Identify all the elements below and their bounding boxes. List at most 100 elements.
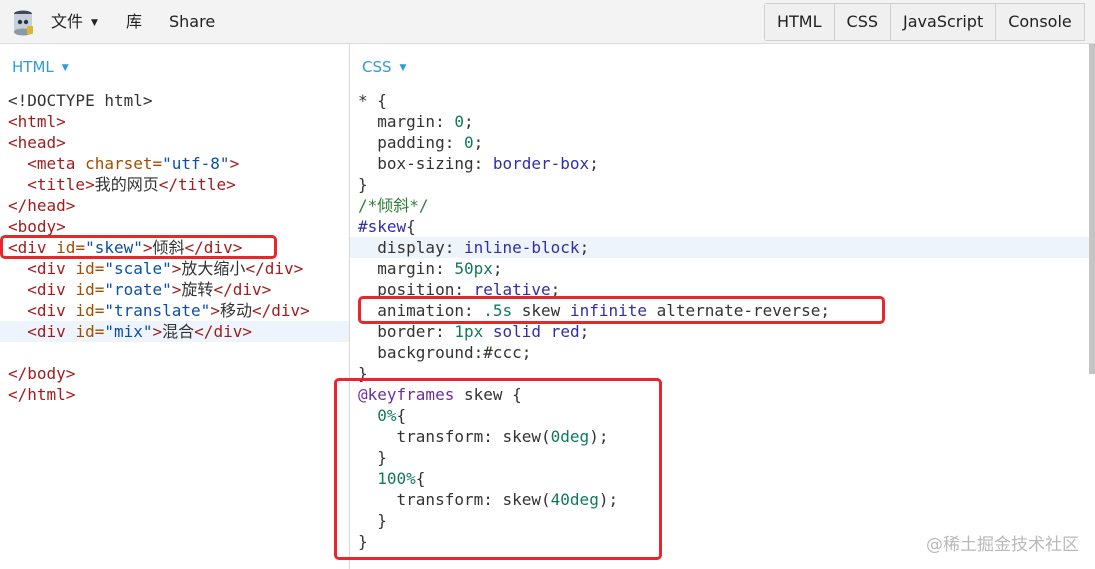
code-line[interactable]: <div id="mix">混合</div> bbox=[0, 321, 349, 342]
code-token: id= bbox=[56, 238, 86, 257]
code-token: > bbox=[229, 154, 240, 173]
code-line[interactable]: <!DOCTYPE html> bbox=[0, 90, 349, 111]
code-token: solid bbox=[492, 322, 542, 341]
code-line[interactable]: 100%{ bbox=[350, 468, 1095, 489]
code-line[interactable]: <div id="skew">倾斜</div> bbox=[0, 237, 349, 258]
code-token: border: bbox=[358, 322, 455, 341]
css-pane-selector[interactable]: CSS ▼ bbox=[362, 58, 406, 76]
code-token: ); bbox=[589, 427, 609, 446]
code-token: "skew" bbox=[85, 238, 143, 257]
code-token: display: bbox=[358, 238, 464, 257]
css-pane-label: CSS bbox=[362, 58, 392, 76]
code-line[interactable]: } bbox=[350, 363, 1095, 384]
code-line[interactable]: <div id="roate">旋转</div> bbox=[0, 279, 349, 300]
panel-tabs: HTML CSS JavaScript Console bbox=[764, 3, 1085, 41]
code-line[interactable]: </head> bbox=[0, 195, 349, 216]
code-line[interactable]: <body> bbox=[0, 216, 349, 237]
code-line[interactable]: <html> bbox=[0, 111, 349, 132]
code-token: } bbox=[358, 448, 387, 467]
code-token: margin: bbox=[358, 259, 455, 278]
code-line[interactable]: <div id="scale">放大缩小</div> bbox=[0, 258, 349, 279]
tab-console[interactable]: Console bbox=[996, 4, 1085, 40]
code-token: "mix" bbox=[104, 322, 153, 341]
code-token: } bbox=[358, 511, 387, 530]
code-token: "scale" bbox=[104, 259, 172, 278]
code-line[interactable]: display: inline-block; bbox=[350, 237, 1095, 258]
code-token: /*倾斜*/ bbox=[358, 196, 429, 215]
file-menu[interactable]: 文件 ▼ bbox=[51, 0, 98, 44]
code-token: 旋转 bbox=[181, 280, 214, 299]
code-token: "roate" bbox=[104, 280, 172, 299]
code-token: </div> bbox=[245, 259, 304, 278]
code-token: 1px bbox=[454, 322, 484, 341]
code-line[interactable]: #skew{ bbox=[350, 216, 1095, 237]
code-line[interactable]: /*倾斜*/ bbox=[350, 195, 1095, 216]
share-menu[interactable]: Share bbox=[169, 0, 215, 44]
tab-css[interactable]: CSS bbox=[834, 4, 892, 40]
chevron-down-icon: ▼ bbox=[61, 63, 69, 73]
tab-html[interactable]: HTML bbox=[765, 4, 835, 40]
code-line[interactable]: margin: 0; bbox=[350, 111, 1095, 132]
code-line[interactable]: @keyframes skew { bbox=[350, 384, 1095, 405]
css-scrollbar[interactable] bbox=[1089, 44, 1095, 374]
code-token: { bbox=[415, 469, 426, 488]
code-line[interactable]: 0%{ bbox=[350, 405, 1095, 426]
code-line[interactable]: background:#ccc; bbox=[350, 342, 1095, 363]
code-token: <title> bbox=[27, 175, 95, 194]
code-token: position: bbox=[358, 280, 474, 299]
code-line[interactable]: transform: skew(40deg); bbox=[350, 489, 1095, 510]
code-token: id= bbox=[75, 280, 105, 299]
code-line[interactable]: </body> bbox=[0, 363, 349, 384]
code-token: animation: bbox=[358, 301, 484, 320]
watermark: @稀土掘金技术社区 bbox=[926, 535, 1079, 555]
code-token: 放大缩小 bbox=[181, 259, 246, 278]
code-line[interactable]: } bbox=[350, 447, 1095, 468]
code-line[interactable]: padding: 0; bbox=[350, 132, 1095, 153]
code-token: <div bbox=[8, 238, 57, 257]
code-token: { bbox=[396, 406, 407, 425]
code-token: > bbox=[171, 259, 182, 278]
code-token: </html> bbox=[8, 385, 76, 404]
code-line[interactable]: margin: 50px; bbox=[350, 258, 1095, 279]
code-line[interactable]: <title>我的网页</title> bbox=[0, 174, 349, 195]
code-token: ; bbox=[473, 133, 484, 152]
code-token: infinite bbox=[569, 301, 647, 320]
code-token: relative bbox=[473, 280, 551, 299]
code-line[interactable]: position: relative; bbox=[350, 279, 1095, 300]
library-menu[interactable]: 库 bbox=[126, 0, 142, 44]
code-token: ; bbox=[463, 112, 474, 131]
code-line[interactable]: <meta charset="utf-8"> bbox=[0, 153, 349, 174]
code-line[interactable]: <div id="translate">移动</div> bbox=[0, 300, 349, 321]
css-code-editor[interactable]: * { margin: 0; padding: 0; box-sizing: b… bbox=[350, 90, 1095, 552]
chevron-down-icon: ▼ bbox=[399, 63, 407, 73]
html-editor-pane: HTML ▼ <!DOCTYPE html> <html> <head> <meta … bbox=[0, 44, 349, 569]
tab-javascript[interactable]: JavaScript bbox=[891, 4, 997, 40]
code-token: background:#ccc; bbox=[358, 343, 532, 362]
code-token: id= bbox=[75, 301, 105, 320]
app-logo-icon[interactable] bbox=[11, 9, 35, 37]
code-token: skew bbox=[512, 301, 570, 320]
html-code-editor[interactable]: <!DOCTYPE html> <html> <head> <meta charse… bbox=[0, 90, 349, 405]
code-token: 移动 bbox=[219, 301, 252, 320]
code-token: #skew bbox=[358, 217, 407, 236]
code-token: <div bbox=[27, 322, 76, 341]
code-line[interactable]: </html> bbox=[0, 384, 349, 405]
code-token: 0 bbox=[454, 112, 464, 131]
code-line[interactable]: <head> bbox=[0, 132, 349, 153]
code-token: <div bbox=[27, 280, 76, 299]
code-line[interactable]: * { bbox=[350, 90, 1095, 111]
code-line[interactable]: border: 1px solid red; bbox=[350, 321, 1095, 342]
code-line[interactable]: transform: skew(0deg); bbox=[350, 426, 1095, 447]
html-pane-selector[interactable]: HTML ▼ bbox=[12, 58, 69, 76]
code-line[interactable]: animation: .5s skew infinite alternate-r… bbox=[350, 300, 1095, 321]
code-line[interactable]: } bbox=[350, 510, 1095, 531]
code-line[interactable]: } bbox=[350, 174, 1095, 195]
code-token: 50px bbox=[454, 259, 493, 278]
code-token: skew { bbox=[454, 385, 522, 404]
code-line[interactable]: box-sizing: border-box; bbox=[350, 153, 1095, 174]
code-line[interactable] bbox=[0, 342, 349, 363]
